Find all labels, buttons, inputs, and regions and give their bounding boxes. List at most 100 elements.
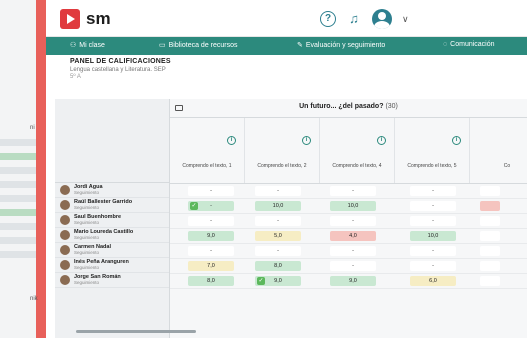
grade-cell[interactable]: 9,0 [188, 231, 234, 241]
grade-cell[interactable]: - [188, 186, 234, 196]
avatar [60, 200, 70, 210]
student-status: Seguimiento [74, 234, 100, 240]
column-header[interactable]: i Comprendo el texto, 5 [395, 118, 470, 183]
check-icon[interactable]: ✓ [257, 277, 265, 285]
grade-cell[interactable]: - [330, 246, 376, 256]
app-window: sm ? ♫ ∨ ⚇ Mi clase ▭ Biblioteca de recu… [46, 0, 527, 338]
avatar [60, 275, 70, 285]
grade-cell[interactable]: - [255, 186, 301, 196]
play-logo-icon [60, 9, 80, 29]
background-window-text: ni [30, 125, 35, 131]
column-label: Comprendo el texto, 4 [332, 163, 382, 169]
grade-cell[interactable]: - [255, 246, 301, 256]
folder-icon: ▭ [159, 42, 166, 49]
bell-icon[interactable]: ♫ [346, 11, 362, 27]
column-header[interactable]: i Comprendo el texto, 2 [245, 118, 320, 183]
logo-text: sm [86, 9, 111, 28]
grade-cell[interactable] [480, 201, 500, 211]
grade-cell[interactable]: 9,0 [330, 276, 376, 286]
student-status: Seguimiento [74, 189, 100, 195]
grade-cell[interactable]: - [410, 216, 456, 226]
grade-cell[interactable]: 5,0 [255, 231, 301, 241]
student-row[interactable]: Jordi Agua Seguimiento [55, 183, 169, 198]
grade-cell[interactable]: 10,0 [410, 231, 456, 241]
edit-icon: ✎ [297, 42, 303, 49]
grade-cell[interactable] [480, 261, 500, 271]
column-label: Comprendo el texto, 5 [407, 163, 457, 169]
grade-cell[interactable]: 10,0 [330, 201, 376, 211]
student-status: Seguimiento [74, 264, 100, 270]
nav-item-evaluacion[interactable]: ✎ Evaluación y seguimiento [297, 41, 385, 50]
grade-cell[interactable]: 6,0 [410, 276, 456, 286]
grade-cell[interactable]: - [330, 261, 376, 271]
column-header[interactable]: Co [470, 118, 527, 183]
logo[interactable]: sm [60, 9, 111, 29]
user-avatar[interactable] [372, 9, 392, 29]
grades-grid: Jordi Agua Seguimiento Raúl Ballester Garr… [55, 99, 527, 338]
check-icon[interactable]: ✓ [190, 202, 198, 210]
student-row[interactable]: Mario Loureda Castillo Seguimiento [55, 228, 169, 243]
grade-cell[interactable]: - [188, 246, 234, 256]
avatar [60, 245, 70, 255]
student-status: Seguimiento [74, 204, 100, 210]
grade-rows: - - - - ✓ -10,0 10,0- - - - -9,0 5,0 4,0 10,0- - - -7,0 8… [170, 183, 527, 289]
grade-cell[interactable]: 4,0 [330, 231, 376, 241]
users-icon: ⚇ [70, 42, 77, 49]
page-group: 5º A [70, 74, 81, 80]
column-label: Comprendo el texto, 1 [182, 163, 232, 169]
info-icon[interactable]: i [452, 136, 461, 145]
grade-cell[interactable] [480, 231, 500, 241]
grade-cell[interactable] [480, 276, 500, 286]
grade-cell[interactable]: ✓ 9,0 [255, 276, 301, 286]
grade-cell[interactable]: 8,0 [188, 276, 234, 286]
avatar [60, 260, 70, 270]
table-row: ✓ - 10,0 10,0 - [170, 199, 527, 214]
student-row[interactable]: Raúl Ballester Garrido Seguimiento [55, 198, 169, 213]
grade-cell[interactable]: - [410, 246, 456, 256]
table-row: ---- [170, 214, 527, 229]
help-icon[interactable]: ? [320, 11, 336, 27]
top-bar: sm ? ♫ ∨ [46, 0, 527, 37]
column-header[interactable]: i Comprendo el texto, 4 [320, 118, 395, 183]
avatar [60, 230, 70, 240]
grade-cell[interactable]: - [255, 216, 301, 226]
grade-cell[interactable]: - [410, 261, 456, 271]
nav-item-comunicacion[interactable]: ◌ Comunicación [443, 41, 495, 48]
grade-cell[interactable]: - [410, 201, 456, 211]
info-icon[interactable]: i [377, 136, 386, 145]
grade-cell[interactable] [480, 246, 500, 256]
grade-cell[interactable] [480, 186, 500, 196]
page-subject: Lengua castellana y Literatura. SEP [70, 67, 166, 73]
grade-cell[interactable]: 7,0 [188, 261, 234, 271]
column-header[interactable]: i Comprendo el texto, 1 [170, 118, 245, 183]
grade-cell[interactable]: - [410, 186, 456, 196]
grade-cell[interactable]: - [330, 216, 376, 226]
chat-icon: ◌ [443, 41, 448, 48]
grades-panel: Un futuro... ¿del pasado? (30) i Comprend… [170, 99, 527, 338]
nav-item-biblioteca[interactable]: ▭ Biblioteca de recursos [159, 41, 238, 50]
student-row[interactable]: Jorge San Román Seguimiento [55, 273, 169, 288]
info-icon[interactable]: i [302, 136, 311, 145]
avatar [60, 215, 70, 225]
grade-cell[interactable]: ✓ - [188, 201, 234, 211]
student-row[interactable]: Inés Peña Aranguren Seguimiento [55, 258, 169, 273]
table-row: ---- [170, 244, 527, 259]
nav-item-mi-clase[interactable]: ⚇ Mi clase [70, 41, 105, 50]
student-status: Seguimiento [74, 219, 100, 225]
avatar [60, 185, 70, 195]
unit-title[interactable]: Un futuro... ¿del pasado? (30) [170, 103, 527, 110]
column-label: Co [503, 163, 511, 169]
grade-cell[interactable]: 10,0 [255, 201, 301, 211]
grade-cell[interactable]: 8,0 [255, 261, 301, 271]
student-status: Seguimiento [74, 249, 100, 255]
column-label: Comprendo el texto, 2 [257, 163, 307, 169]
student-row[interactable]: Carmen Nadal Seguimiento [55, 243, 169, 258]
grade-cell[interactable]: - [330, 186, 376, 196]
students-column: Jordi Agua Seguimiento Raúl Ballester Garr… [55, 99, 170, 338]
chevron-down-icon[interactable]: ∨ [402, 14, 409, 25]
grade-cell[interactable] [480, 216, 500, 226]
horizontal-scrollbar[interactable] [76, 330, 196, 333]
student-row[interactable]: Saul Buenhombre Seguimiento [55, 213, 169, 228]
info-icon[interactable]: i [227, 136, 236, 145]
grade-cell[interactable]: - [188, 216, 234, 226]
